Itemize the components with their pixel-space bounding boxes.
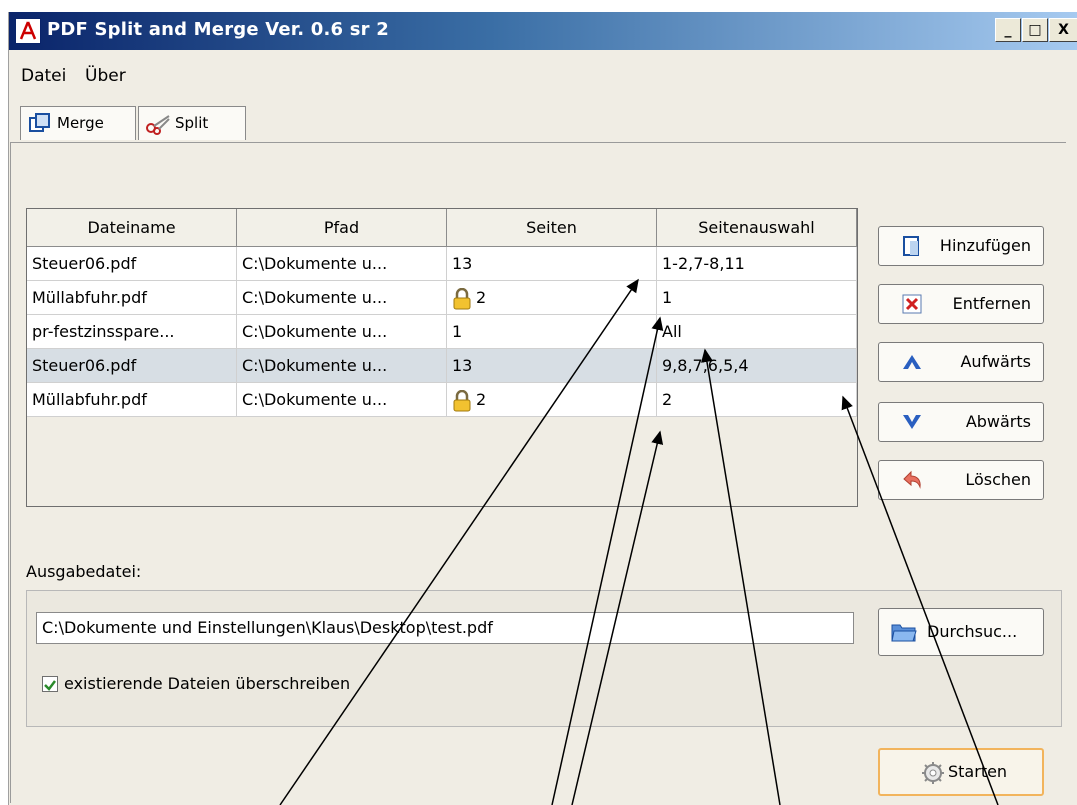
cell-pages: 1 xyxy=(447,315,657,349)
overwrite-checkbox[interactable] xyxy=(42,676,58,692)
remove-button[interactable]: Entfernen xyxy=(878,284,1044,324)
cell-path: C:\Dokumente u... xyxy=(237,247,447,281)
cell-path: C:\Dokumente u... xyxy=(237,281,447,315)
output-label: Ausgabedatei: xyxy=(26,562,142,581)
cell-name: Müllabfuhr.pdf xyxy=(27,281,237,315)
pages-value: 2 xyxy=(476,288,487,307)
menu-ueber[interactable]: Über xyxy=(85,66,126,86)
maximize-button[interactable]: □ xyxy=(1022,18,1048,42)
window-title: PDF Split and Merge Ver. 0.6 sr 2 xyxy=(47,19,389,40)
minimize-button[interactable]: _ xyxy=(995,18,1021,42)
col-seitenauswahl[interactable]: Seitenauswahl xyxy=(657,209,857,247)
lock-icon xyxy=(453,389,471,411)
cell-path: C:\Dokumente u... xyxy=(237,349,447,383)
cell-selection[interactable]: 2 xyxy=(657,383,857,417)
cell-name: Müllabfuhr.pdf xyxy=(27,383,237,417)
pdf-app-icon xyxy=(15,18,41,44)
browse-button-label: Durchsuc... xyxy=(927,622,1018,641)
arrow-down-icon xyxy=(903,415,921,429)
cell-pages: 13 xyxy=(447,349,657,383)
pages-value: 2 xyxy=(476,390,487,409)
tab-merge[interactable]: Merge xyxy=(20,106,136,140)
cell-selection[interactable]: All xyxy=(657,315,857,349)
arrow-up-icon xyxy=(903,355,921,369)
cell-path: C:\Dokumente u... xyxy=(237,383,447,417)
title-bar[interactable]: PDF Split and Merge Ver. 0.6 sr 2 _ □ X xyxy=(9,12,1077,50)
tab-split[interactable]: Split xyxy=(138,106,246,140)
file-table[interactable]: Dateiname Pfad Seiten Seitenauswahl Steu… xyxy=(26,208,858,507)
cell-selection[interactable]: 1-2,7-8,11 xyxy=(657,247,857,281)
cell-pages-locked: 2 xyxy=(447,383,657,417)
add-button-label: Hinzufügen xyxy=(939,236,1031,255)
browse-button[interactable]: Durchsuc... xyxy=(878,608,1044,656)
merge-icon xyxy=(29,113,50,132)
close-button[interactable]: X xyxy=(1049,18,1077,42)
move-down-button[interactable]: Abwärts xyxy=(878,402,1044,442)
gear-icon xyxy=(922,762,944,784)
remove-icon xyxy=(902,294,922,314)
menu-bar: Datei Über xyxy=(9,50,1077,90)
cell-name: pr-festzinsspare... xyxy=(27,315,237,349)
menu-datei[interactable]: Datei xyxy=(21,66,66,86)
clear-button[interactable]: Löschen xyxy=(878,460,1044,500)
cell-selection[interactable]: 9,8,7,6,5,4 xyxy=(657,349,857,383)
add-button[interactable]: Hinzufügen xyxy=(878,226,1044,266)
move-up-button[interactable]: Aufwärts xyxy=(878,342,1044,382)
lock-icon xyxy=(453,287,471,309)
cell-name: Steuer06.pdf xyxy=(27,349,237,383)
scissors-icon xyxy=(146,115,170,135)
checkmark-icon xyxy=(44,680,56,691)
add-file-icon xyxy=(903,236,919,256)
remove-button-label: Entfernen xyxy=(952,294,1031,313)
cell-selection[interactable]: 1 xyxy=(657,281,857,315)
cell-name: Steuer06.pdf xyxy=(27,247,237,281)
clear-button-label: Löschen xyxy=(965,470,1031,489)
start-button[interactable]: Starten xyxy=(878,748,1044,796)
start-button-label: Starten xyxy=(948,762,1008,781)
move-up-label: Aufwärts xyxy=(960,352,1031,371)
undo-arrow-icon xyxy=(903,470,921,489)
col-seiten[interactable]: Seiten xyxy=(447,209,657,247)
folder-icon xyxy=(891,624,917,642)
cell-pages: 13 xyxy=(447,247,657,281)
tab-merge-label: Merge xyxy=(57,114,104,132)
move-down-label: Abwärts xyxy=(965,412,1031,431)
tab-split-label: Split xyxy=(175,114,209,132)
col-pfad[interactable]: Pfad xyxy=(237,209,447,247)
overwrite-label: existierende Dateien überschreiben xyxy=(64,674,351,693)
cell-path: C:\Dokumente u... xyxy=(237,315,447,349)
output-path-input[interactable]: C:\Dokumente und Einstellungen\Klaus\Des… xyxy=(36,612,854,644)
col-dateiname[interactable]: Dateiname xyxy=(27,209,237,247)
cell-pages-locked: 2 xyxy=(447,281,657,315)
